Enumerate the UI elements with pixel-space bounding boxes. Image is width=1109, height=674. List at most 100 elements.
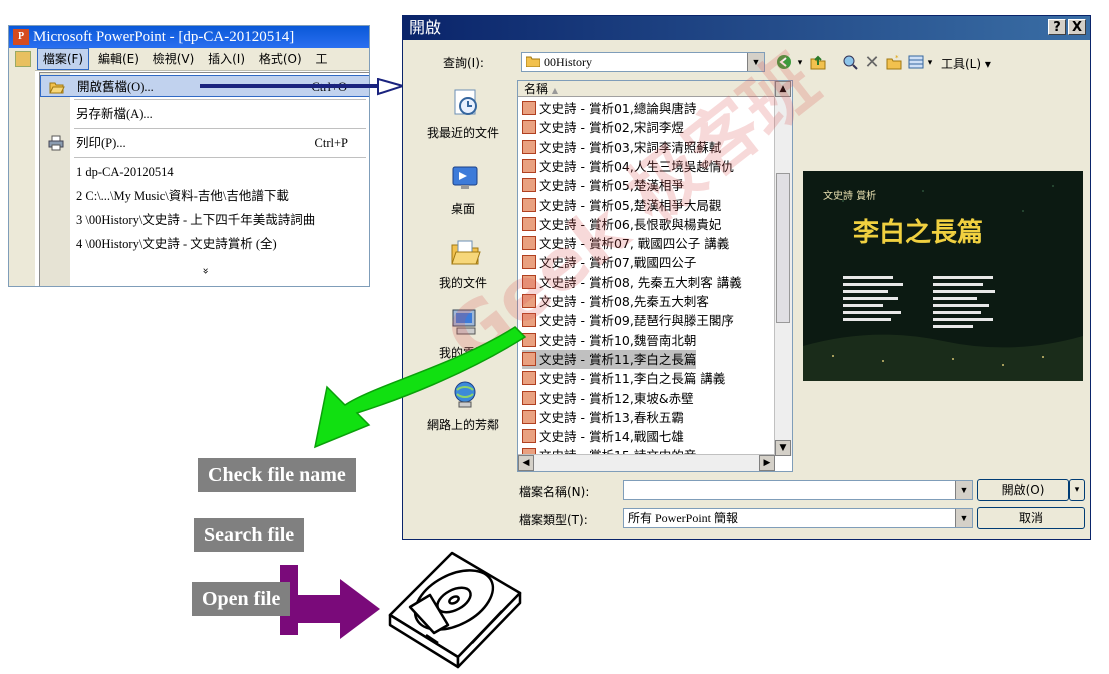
file-list-item[interactable]: 文史詩 - 賞析13,春秋五霸: [522, 408, 684, 427]
doc-icon: [15, 51, 31, 67]
recent-file-label: 4 \00History\文史詩 - 文史詩賞析 (全): [76, 237, 277, 251]
column-header-label: 名稱: [524, 82, 549, 96]
desktop-icon: [452, 166, 478, 189]
chevron-down-icon[interactable]: ▼: [955, 481, 972, 499]
search-web-icon[interactable]: [841, 54, 859, 72]
powerpoint-file-icon: [522, 120, 536, 135]
check-file-name-tag: Check file name: [198, 458, 356, 492]
cancel-button[interactable]: 取消: [977, 507, 1085, 529]
folder-icon: [525, 56, 541, 68]
file-name: 文史詩 - 賞析11,李白之長篇: [539, 351, 697, 367]
printer-icon: [48, 135, 64, 151]
hard-disk-icon: [388, 551, 522, 669]
menu-insert[interactable]: 插入(I): [203, 48, 250, 70]
powerpoint-title-bar: P Microsoft PowerPoint - [dp-CA-20120514]: [9, 26, 369, 48]
menu-divider: [74, 128, 366, 129]
file-name: 文史詩 - 賞析10,魏晉南北朝: [539, 332, 697, 348]
open-file-tag: Open file: [192, 582, 291, 616]
place-label: 我最近的文件: [426, 126, 499, 140]
dialog-title: 開啟: [409, 18, 442, 37]
new-folder-icon[interactable]: *: [885, 54, 903, 72]
recent-file-item[interactable]: 3 \00History\文史詩 - 上下四千年美哉詩詞曲: [40, 209, 369, 231]
file-list-item[interactable]: 文史詩 - 賞析14,戰國七雄: [522, 427, 684, 446]
file-list-item[interactable]: 文史詩 - 賞析11,李白之長篇 講義: [522, 369, 725, 388]
preview-pane: 文史詩 賞析 李白之長篇: [803, 171, 1083, 381]
place-desktop[interactable]: 桌面: [413, 162, 513, 242]
preview-title: 李白之長篇: [852, 217, 983, 248]
print-label: 列印(P)...: [76, 136, 126, 150]
search-file-tag: Search file: [194, 518, 305, 552]
filetype-label: 檔案類型(T):: [519, 513, 588, 527]
look-in-value: 00History: [544, 55, 592, 69]
dialog-title-bar: 開啟 ? X: [403, 16, 1090, 40]
menu-edit[interactable]: 編輯(E): [93, 48, 144, 70]
views-dropdown-icon[interactable]: ▾: [925, 54, 935, 72]
powerpoint-file-icon: [522, 158, 536, 173]
save-as-label: 另存新檔(A)...: [76, 107, 153, 121]
open-options-dropdown[interactable]: ▾: [1069, 479, 1085, 501]
menu-item-save-as[interactable]: 另存新檔(A)...: [40, 103, 369, 125]
file-menu: 開啟舊檔(O)... Ctrl+O 另存新檔(A)... 列印(P)... Ct…: [39, 72, 369, 286]
powerpoint-menubar: 檔案(F) 編輯(E) 檢視(V) 插入(I) 格式(O) 工: [9, 48, 369, 71]
menu-file[interactable]: 檔案(F): [36, 48, 90, 70]
filename-label: 檔案名稱(N):: [519, 485, 590, 499]
open-button[interactable]: 開啟(O): [977, 479, 1069, 501]
file-name: 文史詩 - 賞析14,戰國七雄: [539, 429, 684, 445]
scroll-thumb[interactable]: [776, 173, 790, 323]
views-icon[interactable]: [907, 54, 925, 72]
close-button[interactable]: X: [1068, 19, 1086, 35]
chevron-down-icon: »: [198, 267, 212, 275]
recent-file-label: 2 C:\...\My Music\資料-吉他\吉他譜下載: [76, 189, 289, 203]
menu-format[interactable]: 格式(O): [254, 48, 307, 70]
open-folder-icon: [49, 82, 65, 94]
file-name: 文史詩 - 賞析12,東坡&赤壁: [539, 390, 694, 406]
tools-label: 工具(L): [941, 57, 982, 71]
filetype-value: 所有 PowerPoint 簡報: [628, 511, 739, 525]
connector-arrow: [200, 78, 407, 96]
cancel-button-label: 取消: [1018, 511, 1043, 525]
place-label: 桌面: [450, 202, 475, 216]
file-list-item[interactable]: 文史詩 - 賞析11,李白之長篇: [522, 349, 697, 369]
powerpoint-title: Microsoft PowerPoint - [dp-CA-20120514]: [33, 29, 295, 45]
powerpoint-file-icon: [522, 101, 536, 115]
menu-tools[interactable]: 工: [311, 48, 333, 70]
file-list-item[interactable]: 文史詩 - 賞析10,魏晉南北朝: [522, 331, 696, 350]
powerpoint-file-icon: [522, 139, 536, 154]
toolbar-grip: [9, 70, 35, 286]
open-label: 開啟舊檔(O)...: [77, 80, 154, 94]
recent-file-item[interactable]: 4 \00History\文史詩 - 文史詩賞析 (全): [40, 233, 369, 255]
menu-item-print[interactable]: 列印(P)... Ctrl+P: [40, 132, 369, 154]
recent-documents-icon: [454, 89, 477, 115]
scroll-down-icon[interactable]: ▼: [775, 440, 791, 456]
tools-menu[interactable]: 工具(L) ▾: [941, 55, 991, 72]
powerpoint-file-icon: [522, 178, 536, 193]
up-folder-icon[interactable]: [809, 54, 827, 72]
file-list-item[interactable]: 文史詩 - 賞析12,東坡&赤壁: [522, 389, 694, 408]
print-shortcut: Ctrl+P: [314, 136, 348, 150]
powerpoint-window: P Microsoft PowerPoint - [dp-CA-20120514]…: [8, 25, 370, 287]
chevron-down-icon[interactable]: ▼: [955, 509, 972, 527]
scroll-right-icon[interactable]: ▶: [759, 455, 775, 471]
svg-text:文史詩 賞析: 文史詩 賞析: [823, 189, 876, 202]
recent-file-label: 3 \00History\文史詩 - 上下四千年美哉詩詞曲: [76, 213, 316, 227]
filetype-dropdown[interactable]: 所有 PowerPoint 簡報 ▼: [623, 508, 973, 528]
place-recent[interactable]: 我最近的文件: [413, 86, 513, 166]
svg-text:*: *: [895, 54, 899, 62]
recent-file-item[interactable]: 1 dp-CA-20120514: [40, 161, 369, 183]
slide-preview-image: 文史詩 賞析 李白之長篇: [803, 171, 1083, 381]
filename-input[interactable]: ▼: [623, 480, 973, 500]
green-curved-arrow: [313, 326, 527, 449]
file-name: 文史詩 - 賞析13,春秋五霸: [539, 409, 684, 425]
purple-arrow: [280, 565, 380, 639]
recent-file-item[interactable]: 2 C:\...\My Music\資料-吉他\吉他譜下載: [40, 185, 369, 207]
menu-expand-button[interactable]: »: [40, 259, 369, 281]
powerpoint-app-icon: P: [13, 29, 29, 45]
help-button[interactable]: ?: [1048, 19, 1066, 35]
menu-divider: [74, 157, 366, 158]
menu-divider: [74, 99, 366, 100]
menu-view[interactable]: 檢視(V): [148, 48, 200, 70]
file-name: 文史詩 - 賞析11,李白之長篇 講義: [539, 371, 726, 387]
horizontal-scrollbar[interactable]: ◀ ▶: [518, 454, 775, 471]
delete-icon[interactable]: ✕: [863, 54, 881, 72]
open-button-label: 開啟(O): [1001, 483, 1045, 497]
